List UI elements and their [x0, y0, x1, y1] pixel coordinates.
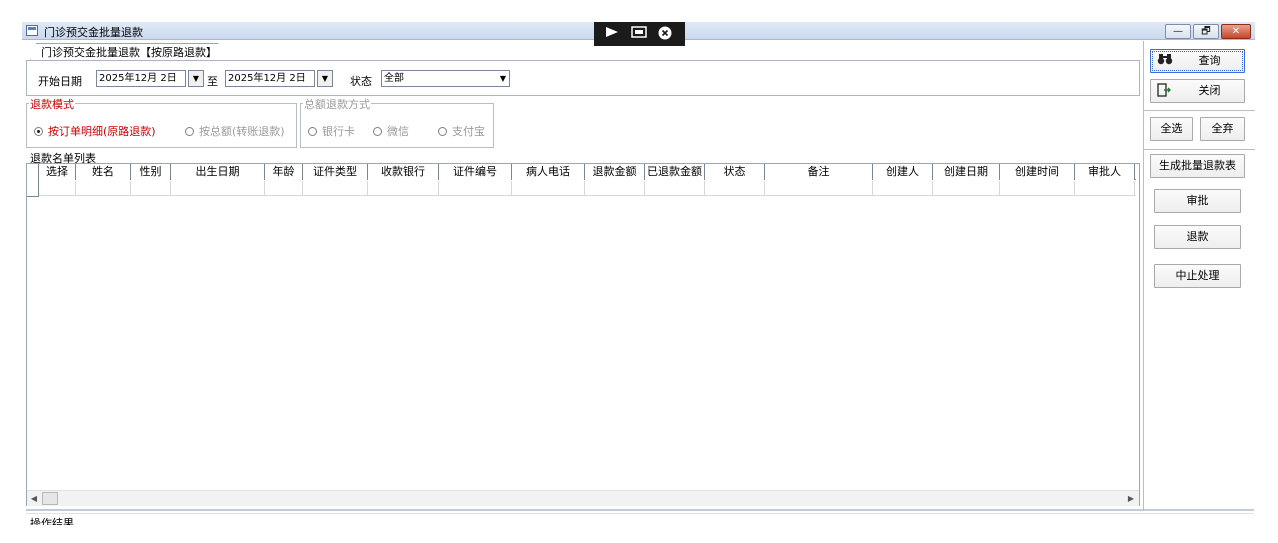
start-date-picker[interactable]: 2025年12月 2日: [96, 70, 186, 87]
window-title: 门诊预交金批量退款: [44, 26, 143, 39]
horizontal-scrollbar[interactable]: ◀ ▶: [27, 490, 1139, 506]
table-cell[interactable]: [265, 181, 303, 196]
col-header-bank[interactable]: 收款银行: [368, 164, 439, 180]
panel-divider: [1143, 110, 1255, 112]
col-header-age[interactable]: 年龄: [265, 164, 303, 180]
refund-list-grid[interactable]: 选择 姓名 性别 出生日期 年龄 证件类型 收款银行 证件编号 病人电话 退款金…: [26, 163, 1140, 506]
tab-batch-refund[interactable]: 门诊预交金批量退款【按原路退款】: [30, 43, 232, 61]
status-divider: [26, 509, 1254, 514]
table-cell[interactable]: [1000, 181, 1075, 196]
panel-divider: [1143, 149, 1255, 151]
end-date-dropdown[interactable]: ▼: [317, 70, 333, 87]
start-date-dropdown[interactable]: ▼: [188, 70, 204, 87]
status-select-value: 全部: [384, 73, 404, 84]
app-icon: [26, 25, 38, 36]
refund-button[interactable]: 退款: [1154, 225, 1241, 249]
query-button[interactable]: 查询: [1150, 49, 1245, 73]
table-cell[interactable]: [131, 181, 171, 196]
exit-door-icon: [1157, 83, 1171, 101]
restore-session-icon[interactable]: [630, 26, 648, 42]
radio-unchecked-icon: [438, 127, 447, 136]
table-cell[interactable]: [585, 181, 645, 196]
status-bar-label: 操作结果: [30, 517, 74, 525]
col-header-refund-amount[interactable]: 退款金额: [585, 164, 645, 180]
table-cell[interactable]: [76, 181, 131, 196]
radio-unchecked-icon: [373, 127, 382, 136]
approve-button[interactable]: 审批: [1154, 189, 1241, 213]
restore-button[interactable]: 🗗: [1193, 24, 1219, 39]
table-cell[interactable]: [303, 181, 368, 196]
remote-session-bar: [594, 22, 685, 46]
radio-checked-icon: [34, 127, 43, 136]
scroll-thumb[interactable]: [42, 492, 58, 505]
chevron-down-icon: ▼: [499, 74, 506, 83]
total-refund-method-group: 总额退款方式 银行卡 微信 支付宝: [300, 96, 494, 148]
scroll-left-icon[interactable]: ◀: [27, 492, 41, 506]
start-date-label: 开始日期: [38, 75, 82, 88]
table-cell[interactable]: [705, 181, 765, 196]
col-header-refunded-amount[interactable]: 已退款金额: [645, 164, 705, 180]
radio-unchecked-icon: [308, 127, 317, 136]
table-cell[interactable]: [512, 181, 585, 196]
status-select[interactable]: 全部 ▼: [381, 70, 510, 87]
pin-icon[interactable]: [603, 26, 621, 42]
col-header-creator[interactable]: 创建人: [873, 164, 933, 180]
table-cell[interactable]: [1075, 181, 1135, 196]
col-header-gender[interactable]: 性别: [131, 164, 171, 180]
end-date-picker[interactable]: 2025年12月 2日: [225, 70, 315, 87]
to-label: 至: [207, 75, 218, 88]
radio-unchecked-icon: [185, 127, 194, 136]
close-button[interactable]: 关闭: [1150, 79, 1245, 103]
col-header-status[interactable]: 状态: [705, 164, 765, 180]
col-header-id-type[interactable]: 证件类型: [303, 164, 368, 180]
col-header-remark[interactable]: 备注: [765, 164, 873, 180]
select-all-button[interactable]: 全选: [1150, 117, 1193, 141]
refund-mode-legend: 退款模式: [29, 96, 75, 112]
close-window-button[interactable]: ✕: [1221, 24, 1251, 39]
radio-by-order-detail[interactable]: 按订单明细(原路退款): [34, 123, 156, 139]
generate-batch-refund-button[interactable]: 生成批量退款表: [1150, 154, 1245, 178]
scroll-right-icon[interactable]: ▶: [1124, 492, 1138, 506]
col-header-id-number[interactable]: 证件编号: [439, 164, 512, 180]
table-cell[interactable]: [439, 181, 512, 196]
table-cell[interactable]: [39, 181, 76, 196]
col-header-create-time[interactable]: 创建时间: [1000, 164, 1075, 180]
radio-alipay[interactable]: 支付宝: [438, 123, 485, 139]
col-header-birthdate[interactable]: 出生日期: [171, 164, 265, 180]
close-session-icon[interactable]: [656, 26, 674, 42]
col-header-create-date[interactable]: 创建日期: [933, 164, 1000, 180]
radio-bank-card[interactable]: 银行卡: [308, 123, 355, 139]
table-cell[interactable]: [765, 181, 873, 196]
col-header-phone[interactable]: 病人电话: [512, 164, 585, 180]
row-header-marker[interactable]: [27, 164, 39, 197]
minimize-button[interactable]: —: [1165, 24, 1191, 39]
grid-header-row: 选择 姓名 性别 出生日期 年龄 证件类型 收款银行 证件编号 病人电话 退款金…: [39, 164, 1136, 180]
radio-by-total[interactable]: 按总额(转账退款): [185, 123, 285, 139]
status-label: 状态: [350, 75, 372, 88]
table-row[interactable]: [39, 181, 1136, 196]
table-cell[interactable]: [645, 181, 705, 196]
radio-wechat[interactable]: 微信: [373, 123, 409, 139]
col-header-select[interactable]: 选择: [39, 164, 76, 180]
table-cell[interactable]: [933, 181, 1000, 196]
col-header-approver[interactable]: 审批人: [1075, 164, 1135, 180]
refund-mode-group: 退款模式 按订单明细(原路退款) 按总额(转账退款): [26, 96, 297, 148]
col-header-name[interactable]: 姓名: [76, 164, 131, 180]
table-cell[interactable]: [368, 181, 439, 196]
total-mode-legend: 总额退款方式: [303, 96, 371, 112]
abort-processing-button[interactable]: 中止处理: [1154, 264, 1241, 288]
table-cell[interactable]: [873, 181, 933, 196]
deselect-all-button[interactable]: 全弃: [1200, 117, 1245, 141]
table-cell[interactable]: [171, 181, 265, 196]
binoculars-icon: [1157, 53, 1173, 69]
